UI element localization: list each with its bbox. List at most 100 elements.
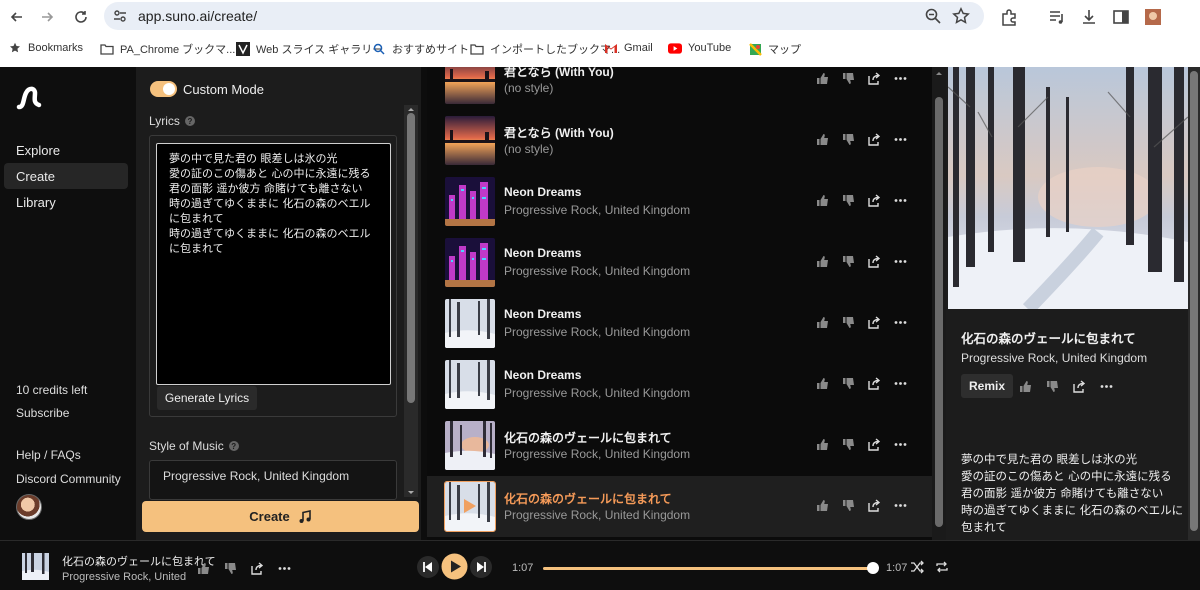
custom-mode-toggle[interactable]	[150, 81, 177, 97]
thumbs-up-icon[interactable]	[815, 437, 829, 451]
shuffle-button[interactable]	[905, 555, 929, 579]
thumbs-down-icon[interactable]	[223, 561, 237, 575]
bookmark-item[interactable]: PA_Chrome ブックマ...	[100, 41, 235, 57]
share-icon[interactable]	[867, 193, 881, 207]
song-row[interactable]: 化石の森のヴェールに包まれて Progressive Rock, United …	[427, 476, 932, 537]
thumbs-up-icon[interactable]	[815, 193, 829, 207]
song-row[interactable]: 化石の森のヴェールに包まれて Progressive Rock, United …	[427, 415, 932, 476]
song-row[interactable]: Neon Dreams Progressive Rock, United Kin…	[427, 171, 932, 232]
song-title[interactable]: Neon Dreams	[504, 246, 581, 260]
share-icon[interactable]	[867, 315, 881, 329]
thumbs-down-icon[interactable]	[841, 437, 855, 451]
scrollbar-thumb[interactable]	[1190, 71, 1198, 531]
song-thumbnail[interactable]	[445, 421, 495, 470]
song-thumbnail[interactable]	[445, 116, 495, 165]
share-icon[interactable]	[1072, 379, 1086, 393]
download-icon[interactable]	[1078, 6, 1100, 28]
bookmark-item[interactable]: マップ	[748, 41, 801, 57]
back-button[interactable]	[6, 6, 28, 28]
song-row[interactable]: 君となら (With You) (no style)	[427, 110, 932, 171]
profile-avatar-icon[interactable]	[1142, 6, 1164, 28]
thumbs-down-icon[interactable]	[1045, 379, 1059, 393]
song-title[interactable]: Neon Dreams	[504, 368, 581, 382]
help-faqs-link[interactable]: Help / FAQs	[16, 448, 81, 462]
song-thumbnail[interactable]	[445, 67, 495, 104]
share-icon[interactable]	[867, 498, 881, 512]
song-thumbnail[interactable]	[445, 299, 495, 348]
bookmark-item[interactable]: おすすめサイト	[372, 41, 469, 57]
previous-button[interactable]	[416, 555, 440, 579]
avatar[interactable]	[16, 494, 42, 520]
song-row[interactable]: 君となら (With You) (no style)	[427, 67, 932, 110]
thumbs-up-icon[interactable]	[815, 376, 829, 390]
reading-list-icon[interactable]	[1046, 6, 1068, 28]
bookmark-item[interactable]: YouTube	[668, 41, 731, 55]
thumbs-down-icon[interactable]	[841, 498, 855, 512]
sidebar-item-explore[interactable]: Explore	[4, 137, 128, 163]
more-options-icon[interactable]	[893, 71, 907, 85]
bookmark-item[interactable]: Web スライス ギャラリー	[236, 41, 383, 57]
style-of-music-input[interactable]: Progressive Rock, United Kingdom	[149, 460, 397, 500]
thumbs-down-icon[interactable]	[841, 254, 855, 268]
help-icon[interactable]: ?	[228, 441, 239, 451]
bookmark-item[interactable]: Gmail	[604, 41, 653, 55]
more-options-icon[interactable]	[277, 561, 291, 575]
generate-lyrics-button[interactable]: Generate Lyrics	[157, 386, 257, 410]
site-info-icon[interactable]	[112, 8, 128, 24]
subscribe-link[interactable]: Subscribe	[16, 406, 69, 420]
thumbs-down-icon[interactable]	[841, 193, 855, 207]
thumbs-up-icon[interactable]	[1018, 379, 1032, 393]
song-thumbnail[interactable]	[445, 360, 495, 409]
song-title[interactable]: Neon Dreams	[504, 307, 581, 321]
repeat-button[interactable]	[930, 555, 954, 579]
thumbs-up-icon[interactable]	[815, 254, 829, 268]
detail-scrollbar[interactable]	[1188, 67, 1200, 540]
sidebar-item-library[interactable]: Library	[4, 189, 128, 215]
share-icon[interactable]	[867, 437, 881, 451]
scrollbar-thumb[interactable]	[935, 97, 943, 527]
create-panel-scrollbar[interactable]	[404, 105, 418, 497]
lyrics-textarea[interactable]: 夢の中で見た君の 眼差しは氷の光 愛の証のこの傷あと 心の中に永遠に残る 君の面…	[156, 143, 391, 385]
side-panel-icon[interactable]	[1110, 6, 1132, 28]
bookmark-star-icon[interactable]	[952, 7, 970, 25]
bookmark-item[interactable]: Bookmarks	[8, 41, 83, 55]
play-pause-button[interactable]	[441, 553, 468, 580]
more-options-icon[interactable]	[893, 437, 907, 451]
discord-community-link[interactable]: Discord Community	[16, 472, 121, 486]
song-title[interactable]: 化石の森のヴェールに包まれて	[504, 490, 672, 507]
zoom-icon[interactable]	[924, 7, 942, 25]
bookmark-item[interactable]: インポートしたブックマ...	[470, 41, 620, 57]
extensions-icon[interactable]	[998, 6, 1020, 28]
thumbs-down-icon[interactable]	[841, 376, 855, 390]
song-list-scrollbar[interactable]	[932, 67, 946, 540]
next-button[interactable]	[469, 555, 493, 579]
more-options-icon[interactable]	[893, 254, 907, 268]
remix-button[interactable]: Remix	[961, 374, 1013, 398]
share-icon[interactable]	[250, 561, 264, 575]
forward-button[interactable]	[36, 6, 58, 28]
play-overlay-icon[interactable]	[459, 496, 479, 516]
thumbs-down-icon[interactable]	[841, 132, 855, 146]
progress-knob[interactable]	[867, 562, 879, 574]
song-title[interactable]: 君となら (With You)	[504, 124, 614, 141]
share-icon[interactable]	[867, 71, 881, 85]
more-options-icon[interactable]	[893, 376, 907, 390]
more-options-icon[interactable]	[893, 132, 907, 146]
song-title[interactable]: 化石の森のヴェールに包まれて	[504, 429, 672, 446]
progress-bar[interactable]	[543, 567, 875, 570]
scrollbar-thumb[interactable]	[407, 113, 415, 403]
omnibox[interactable]: app.suno.ai/create/	[104, 2, 984, 30]
thumbs-up-icon[interactable]	[815, 71, 829, 85]
thumbs-up-icon[interactable]	[196, 561, 210, 575]
song-row[interactable]: Neon Dreams Progressive Rock, United Kin…	[427, 354, 932, 415]
more-options-icon[interactable]	[893, 315, 907, 329]
song-title[interactable]: Neon Dreams	[504, 185, 581, 199]
player-cover-thumb[interactable]	[22, 553, 49, 580]
url-text[interactable]: app.suno.ai/create/	[138, 8, 257, 24]
suno-logo-icon[interactable]	[16, 85, 42, 113]
help-icon[interactable]: ?	[184, 116, 195, 126]
song-row[interactable]: Neon Dreams Progressive Rock, United Kin…	[427, 293, 932, 354]
thumbs-up-icon[interactable]	[815, 315, 829, 329]
more-options-icon[interactable]	[893, 498, 907, 512]
song-thumbnail[interactable]	[445, 177, 495, 226]
